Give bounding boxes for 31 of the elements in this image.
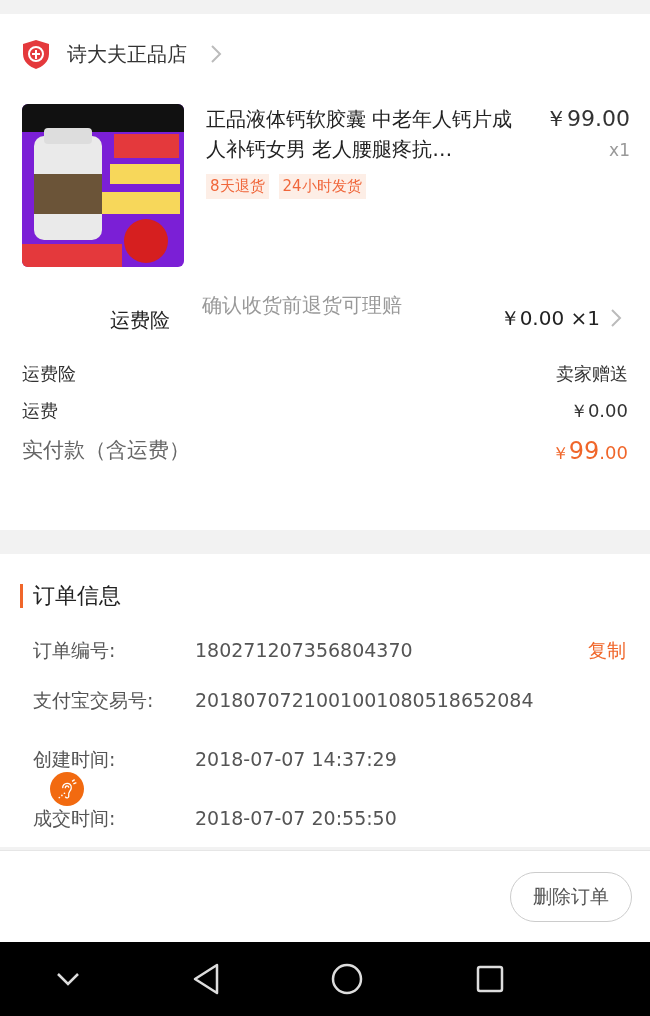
insurance-price: ￥0.00 ×1 (499, 305, 600, 332)
quantity: x1 (609, 139, 630, 162)
summary-label: 运费 (22, 399, 58, 423)
info-value: 2018-07-07 14:37:29 (195, 746, 397, 772)
tag: 24小时发货 (278, 174, 366, 199)
summary-label: 运费险 (22, 362, 76, 386)
hearing-button[interactable] (50, 772, 84, 806)
info-label: 支付宝交易号: (33, 687, 155, 713)
home-icon[interactable] (331, 963, 364, 995)
chevron-down-icon[interactable] (56, 972, 81, 986)
price: ￥99.00 (545, 105, 630, 133)
total-price: ￥99.00 (551, 436, 628, 467)
info-value: 2018070721001001080518652084 (195, 687, 534, 713)
info-value: 2018-07-07 20:55:50 (195, 805, 397, 831)
recents-icon[interactable] (475, 965, 504, 993)
tag: 8天退货 (206, 174, 269, 199)
back-icon[interactable] (192, 963, 219, 995)
summary-value: 卖家赠送 (556, 362, 628, 386)
product-title[interactable]: 正品液体钙软胶囊 中老年人钙片成人补钙女男 老人腰腿疼抗… (206, 104, 524, 164)
info-label: 创建时间: (33, 746, 117, 772)
summary-value: ￥0.00 (569, 399, 628, 423)
shop-name[interactable]: 诗大夫正品店 (67, 39, 187, 69)
summary-label: 实付款（含运费） (22, 437, 190, 465)
section-title: 订单信息 (20, 584, 121, 608)
info-label: 订单编号: (33, 637, 117, 663)
info-value: 180271207356804370 (195, 637, 413, 663)
insurance-label: 运费险 (110, 307, 171, 334)
delete-order-button[interactable]: 删除订单 (510, 871, 632, 922)
info-label: 成交时间: (33, 805, 117, 831)
shield-icon (22, 39, 50, 69)
insurance-description: 确认收货前退货可理赔 (202, 292, 403, 319)
